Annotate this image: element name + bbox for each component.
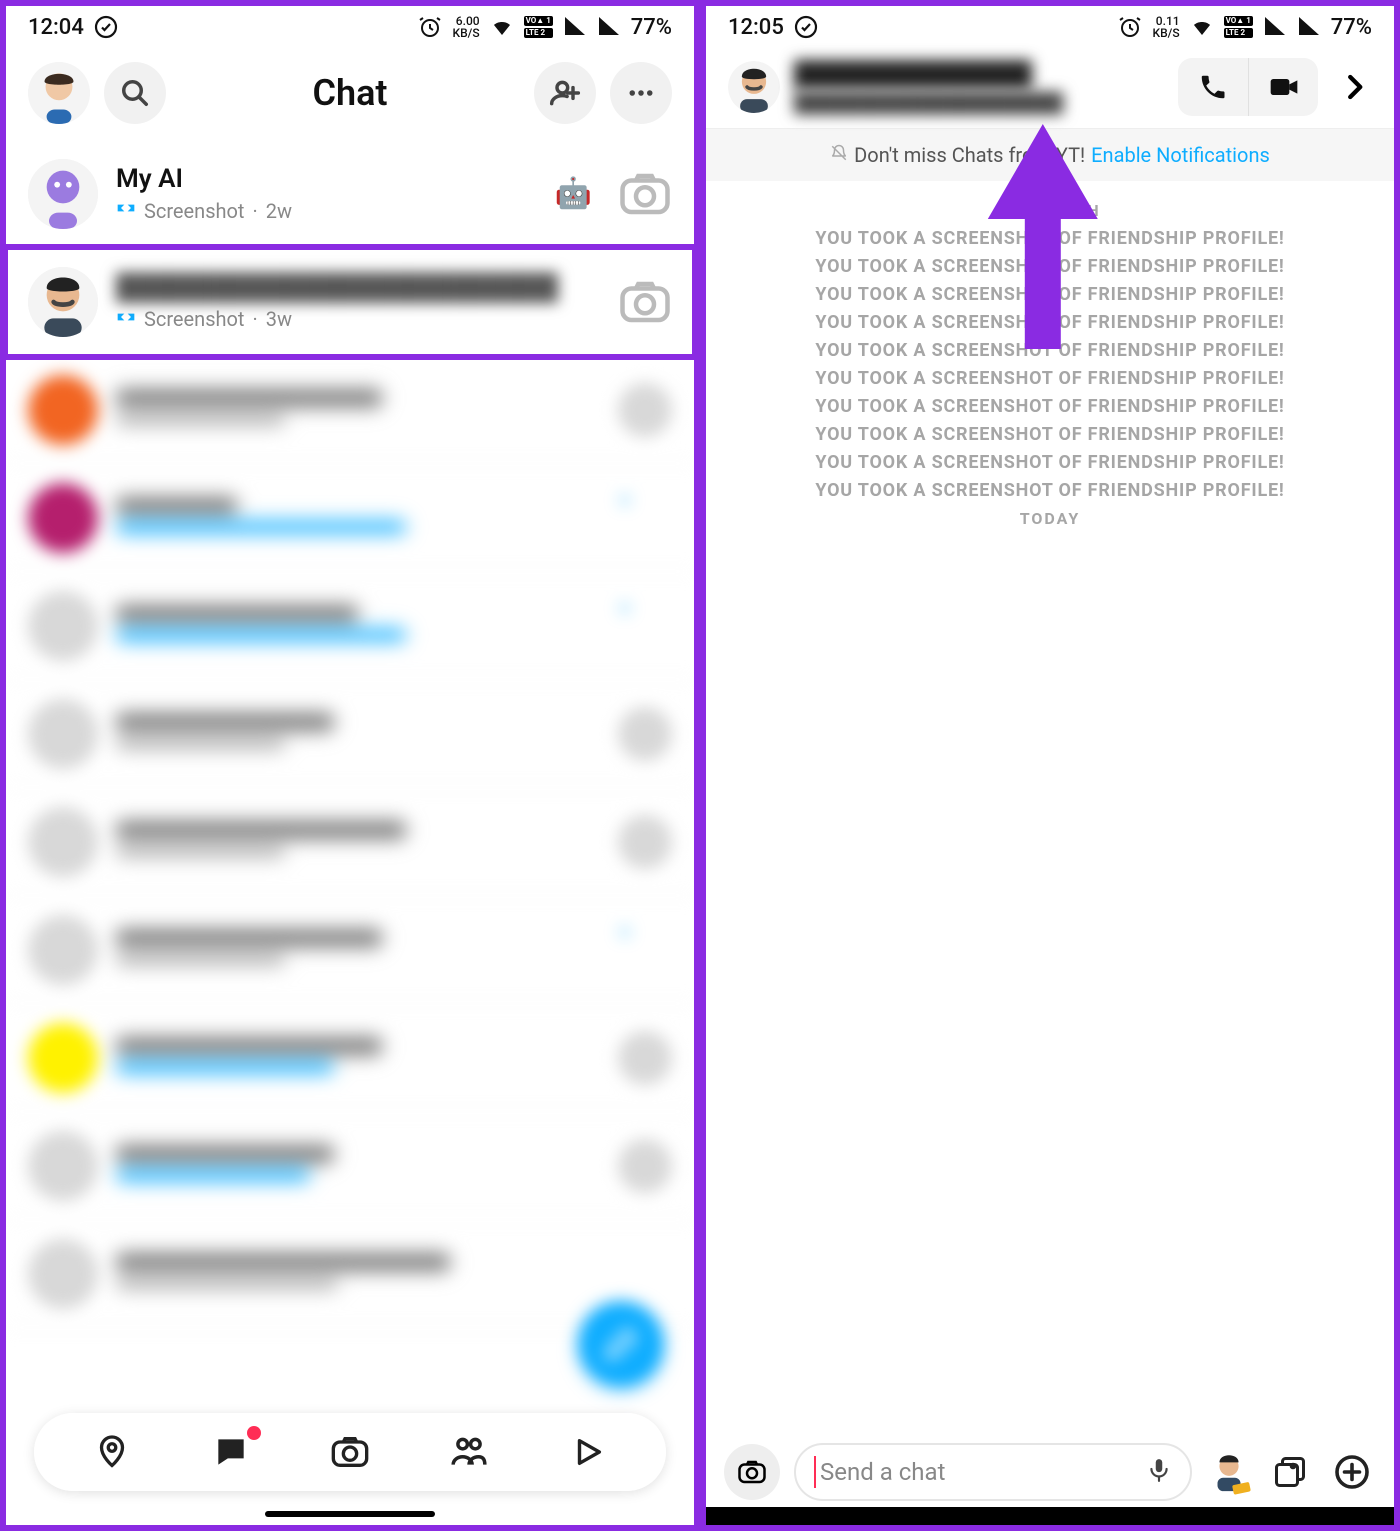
conversation-body: JUNE 12TH YOU TOOK A SCREENSHOT OF FRIEN…	[706, 181, 1394, 1429]
avatar	[28, 267, 98, 337]
enable-notifications-link[interactable]: Enable Notifications	[1091, 143, 1270, 167]
chat-row-blurred: ✕	[6, 464, 694, 572]
volte-indicator: VO▲ 1 LTE 2	[524, 16, 553, 38]
system-message: YOU TOOK A SCREENSHOT OF FRIENDSHIP PROF…	[710, 312, 1390, 333]
chat-header: Chat	[6, 48, 694, 140]
friend-name-area[interactable]: ██████████████ ████████████████████	[794, 60, 1164, 115]
avatar	[28, 159, 98, 229]
chat-row-blurred: ✕	[6, 896, 694, 1004]
nav-spotlight-button[interactable]	[564, 1428, 612, 1476]
system-message: YOU TOOK A SCREENSHOT OF FRIENDSHIP PROF…	[710, 228, 1390, 249]
add-friend-button[interactable]	[534, 62, 596, 124]
chat-input[interactable]: Send a chat	[794, 1443, 1192, 1501]
notif-text: Don't miss Chats from YT!	[854, 143, 1085, 167]
system-message: YOU TOOK A SCREENSHOT OF FRIENDSHIP PROF…	[710, 452, 1390, 473]
signal-icon-2	[597, 15, 621, 39]
home-indicator	[265, 1511, 435, 1517]
chat-row-highlighted[interactable]: ████████████████████████ Screenshot · 3w	[6, 248, 694, 356]
volte-indicator: VO▲ 1 LTE 2	[1224, 16, 1253, 38]
network-speed: 6.00KB/S	[452, 15, 479, 39]
alarm-icon	[1118, 15, 1142, 39]
row-emoji: 🤖	[555, 176, 592, 211]
system-message: YOU TOOK A SCREENSHOT OF FRIENDSHIP PROF…	[710, 424, 1390, 445]
phone-conversation: 12:05 0.11KB/S VO▲ 1 LTE 2	[700, 0, 1400, 1531]
chat-row-subtitle: Screenshot · 2w	[116, 198, 537, 223]
chat-input-placeholder: Send a chat	[820, 1458, 1146, 1486]
system-message: YOU TOOK A SCREENSHOT OF FRIENDSHIP PROF…	[710, 284, 1390, 305]
screenshot-icon	[116, 307, 136, 332]
network-speed: 0.11KB/S	[1152, 15, 1179, 39]
system-message: YOU TOOK A SCREENSHOT OF FRIENDSHIP PROF…	[710, 480, 1390, 501]
chat-row-blurred: ✕	[6, 572, 694, 680]
nav-stories-button[interactable]	[445, 1428, 493, 1476]
check-circle-icon	[94, 15, 118, 39]
chat-row-name: My AI	[116, 164, 537, 194]
chat-row-subtitle: Screenshot · 3w	[116, 307, 600, 332]
video-call-button[interactable]	[1248, 58, 1318, 116]
camera-button[interactable]	[724, 1444, 780, 1500]
wifi-icon	[1190, 15, 1214, 39]
text-caret	[814, 1456, 816, 1488]
chat-row-blurred	[6, 680, 694, 788]
status-time: 12:04	[28, 15, 84, 40]
new-chat-fab[interactable]	[578, 1301, 664, 1387]
camera-icon[interactable]	[618, 167, 672, 221]
chat-row-blurred	[6, 788, 694, 896]
system-message: YOU TOOK A SCREENSHOT OF FRIENDSHIP PROF…	[710, 368, 1390, 389]
bottom-nav	[34, 1413, 666, 1491]
check-circle-icon	[794, 15, 818, 39]
microphone-icon[interactable]	[1146, 1457, 1172, 1487]
blurred-rows: ✕ ✕ ✕	[6, 356, 694, 1328]
nav-chat-button[interactable]	[207, 1428, 255, 1476]
phone-chat-list: 12:04 6.00KB/S VO▲ 1 LTE 2	[0, 0, 700, 1531]
alarm-icon	[418, 15, 442, 39]
system-message: YOU TOOK A SCREENSHOT OF FRIENDSHIP PROF…	[710, 396, 1390, 417]
status-bar: 12:05 0.11KB/S VO▲ 1 LTE 2	[706, 6, 1394, 48]
notification-dot	[247, 1426, 261, 1440]
voice-call-button[interactable]	[1178, 58, 1248, 116]
my-avatar[interactable]	[28, 62, 90, 124]
bell-off-icon	[830, 143, 848, 167]
friend-avatar[interactable]	[728, 61, 780, 113]
nav-bar-black	[706, 1507, 1394, 1525]
signal-icon	[563, 15, 587, 39]
enable-notifications-bar[interactable]: Don't miss Chats from YT! Enable Notific…	[706, 128, 1394, 181]
wifi-icon	[490, 15, 514, 39]
date-label-today: TODAY	[710, 509, 1390, 528]
search-button[interactable]	[104, 62, 166, 124]
battery-text: 77%	[1331, 15, 1372, 40]
chat-row-blurred	[6, 1112, 694, 1220]
system-message: YOU TOOK A SCREENSHOT OF FRIENDSHIP PROF…	[710, 340, 1390, 361]
status-time: 12:05	[728, 15, 784, 40]
battery-text: 77%	[631, 15, 672, 40]
add-button[interactable]	[1328, 1448, 1376, 1496]
camera-icon[interactable]	[618, 275, 672, 329]
gallery-button[interactable]	[1266, 1448, 1314, 1496]
signal-icon-2	[1297, 15, 1321, 39]
page-title: Chat	[180, 72, 520, 114]
date-label: JUNE 12TH	[710, 201, 1390, 220]
nav-camera-button[interactable]	[326, 1428, 374, 1476]
more-button[interactable]	[610, 62, 672, 124]
bitmoji-button[interactable]	[1206, 1449, 1252, 1495]
chat-row-my-ai[interactable]: My AI Screenshot · 2w 🤖	[6, 140, 694, 248]
nav-map-button[interactable]	[88, 1428, 136, 1476]
chat-row-blurred	[6, 356, 694, 464]
conversation-header[interactable]: ██████████████ ████████████████████	[706, 48, 1394, 128]
chat-row-blurred	[6, 1004, 694, 1112]
screenshot-icon	[116, 198, 136, 223]
status-bar: 12:04 6.00KB/S VO▲ 1 LTE 2	[6, 6, 694, 48]
signal-icon	[1263, 15, 1287, 39]
system-message: YOU TOOK A SCREENSHOT OF FRIENDSHIP PROF…	[710, 256, 1390, 277]
chat-row-name-blurred: ████████████████████████	[116, 272, 600, 303]
chevron-right-button[interactable]	[1332, 72, 1376, 102]
